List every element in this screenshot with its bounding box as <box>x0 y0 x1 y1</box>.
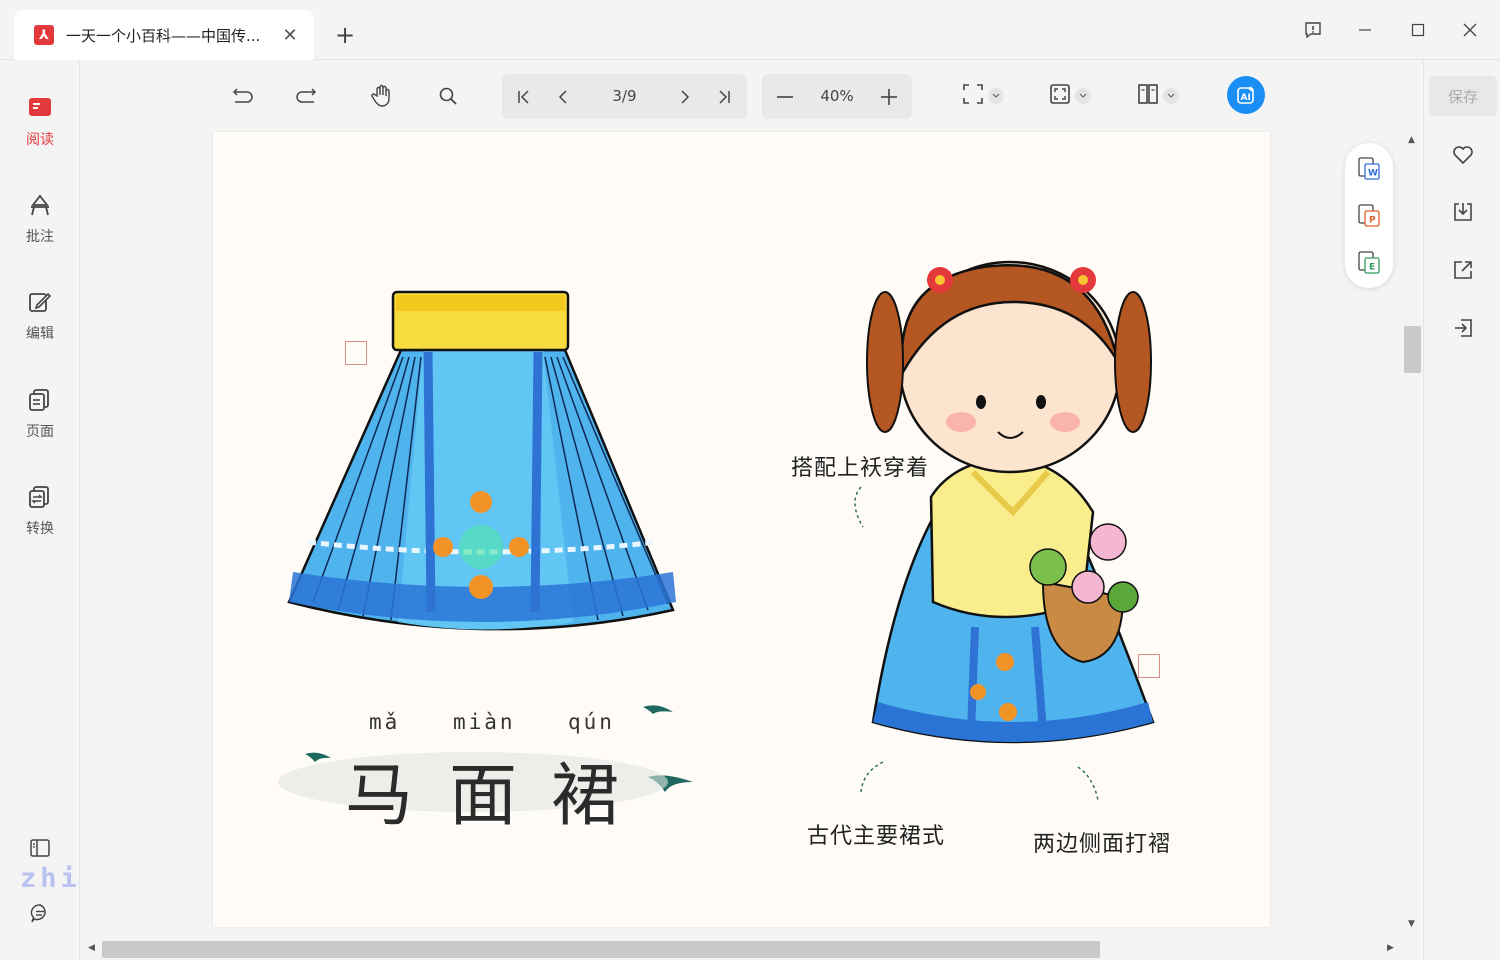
sidebar-item-annotate[interactable]: 批注 <box>0 193 80 263</box>
scroll-up-icon[interactable]: ▲ <box>1408 135 1415 145</box>
pinyin-qun: qún <box>568 710 615 734</box>
download-icon[interactable] <box>1450 199 1476 225</box>
minimize-icon[interactable] <box>1349 15 1381 45</box>
vertical-scroll-thumb[interactable] <box>1404 326 1421 373</box>
sidebar-item-convert[interactable]: 转换 <box>0 485 80 555</box>
last-page-icon[interactable] <box>707 78 741 116</box>
tab-title: 一天一个小百科——中国传... <box>66 26 261 45</box>
zoom-in-icon[interactable] <box>872 78 906 116</box>
to-excel-icon[interactable]: E <box>1357 250 1381 276</box>
annotate-icon <box>27 193 53 221</box>
comment-icon[interactable] <box>26 899 54 927</box>
sidebar-item-label: 编辑 <box>26 326 54 342</box>
page-layout-icon <box>1137 83 1159 109</box>
sidebar-item-label: 阅读 <box>26 132 54 148</box>
hand-icon[interactable] <box>365 77 399 115</box>
chevron-down-icon <box>1075 88 1091 104</box>
zoom-controls: 40% <box>762 74 912 119</box>
convert-panel: W P E <box>1345 143 1393 288</box>
undo-icon[interactable] <box>225 77 259 115</box>
caption-bottom-right: 两边侧面打褶 <box>1033 832 1172 857</box>
to-word-icon[interactable]: W <box>1357 156 1381 182</box>
convert-icon <box>27 485 53 513</box>
feedback-icon[interactable] <box>1297 15 1329 45</box>
chevron-down-icon <box>988 88 1004 104</box>
sidebar-item-edit[interactable]: 编辑 <box>0 290 80 360</box>
title-char-mian: 面 <box>449 757 518 836</box>
pinyin-mian: miàn <box>453 710 516 734</box>
to-ppt-icon[interactable]: P <box>1357 203 1381 229</box>
fit-page-dropdown[interactable] <box>1044 77 1096 115</box>
zoom-level[interactable]: 40% <box>810 74 864 119</box>
caption-top: 搭配上袄穿着 <box>791 456 930 481</box>
document-viewport[interactable]: 搭配上袄穿着 古代主要裙式 两边侧面打褶 mǎ miàn qún 马 面 裙 <box>81 131 1403 936</box>
close-icon[interactable] <box>1454 15 1486 45</box>
chevron-down-icon <box>1163 88 1179 104</box>
vertical-scrollbar[interactable]: ▲ ▼ <box>1403 131 1423 936</box>
page-navigation: 3/9 <box>502 74 747 119</box>
save-button[interactable]: 保存 <box>1429 76 1497 116</box>
search-icon[interactable] <box>431 77 465 115</box>
sidebar-item-read[interactable]: 阅读 <box>0 96 80 166</box>
fullscreen-icon <box>962 83 984 109</box>
read-icon <box>27 96 53 124</box>
pdf-page: 搭配上袄穿着 古代主要裙式 两边侧面打褶 mǎ miàn qún 马 面 裙 <box>213 132 1270 927</box>
thumbnail-panel-icon[interactable] <box>26 834 54 862</box>
sidebar-item-label: 转换 <box>26 521 54 537</box>
edit-icon <box>27 290 53 318</box>
svg-text:W: W <box>1368 169 1378 179</box>
page-layout-dropdown[interactable] <box>1132 77 1184 115</box>
scroll-right-icon[interactable]: ▶ <box>1387 943 1394 953</box>
sidebar-item-label: 批注 <box>26 229 54 245</box>
caption-bottom-left: 古代主要裙式 <box>807 824 946 849</box>
redo-icon[interactable] <box>290 77 324 115</box>
document-tab[interactable]: ⅄ 一天一个小百科——中国传... ✕ <box>14 10 314 60</box>
page-indicator[interactable]: 3/9 <box>597 74 652 119</box>
pinyin-ma: mǎ <box>369 710 401 734</box>
scroll-down-icon[interactable]: ▼ <box>1408 919 1415 929</box>
maximize-icon[interactable] <box>1402 15 1434 45</box>
svg-text:E: E <box>1369 263 1375 273</box>
sidebar-item-pages[interactable]: 页面 <box>0 388 80 458</box>
share-icon[interactable] <box>1450 257 1476 283</box>
fit-page-icon <box>1049 83 1071 109</box>
svg-text:AI: AI <box>1241 93 1251 103</box>
export-icon[interactable] <box>1450 315 1476 341</box>
pdf-file-icon: ⅄ <box>34 25 54 45</box>
pages-icon <box>27 388 53 416</box>
first-page-icon[interactable] <box>507 78 541 116</box>
prev-page-icon[interactable] <box>547 78 581 116</box>
left-sidebar: 阅读 批注 编辑 页面 转换 zhishi.im <box>0 61 198 960</box>
tab-close-button[interactable]: ✕ <box>280 25 300 46</box>
new-tab-button[interactable]: + <box>330 20 360 50</box>
zoom-out-icon[interactable] <box>768 78 802 116</box>
horizontal-scrollbar[interactable]: ◀ ▶ <box>81 936 1403 960</box>
svg-text:P: P <box>1369 216 1376 226</box>
horizontal-scroll-thumb[interactable] <box>102 941 1100 958</box>
title-char-ma: 马 <box>345 757 414 836</box>
seal-stamp <box>1138 654 1160 678</box>
title-bar: ⅄ 一天一个小百科——中国传... ✕ + <box>0 0 1500 60</box>
seal-stamp <box>345 341 367 365</box>
favorite-icon[interactable] <box>1450 142 1476 168</box>
ai-assistant-icon[interactable]: AI <box>1227 76 1265 114</box>
girl-illustration <box>866 260 1155 744</box>
scroll-left-icon[interactable]: ◀ <box>88 943 95 953</box>
sidebar-item-label: 页面 <box>26 424 54 440</box>
fullscreen-dropdown[interactable] <box>957 77 1009 115</box>
title-char-qun: 裙 <box>551 757 620 836</box>
toolbar: 3/9 40% AI <box>81 61 1423 131</box>
next-page-icon[interactable] <box>667 78 701 116</box>
right-panel: 保存 <box>1423 61 1500 960</box>
